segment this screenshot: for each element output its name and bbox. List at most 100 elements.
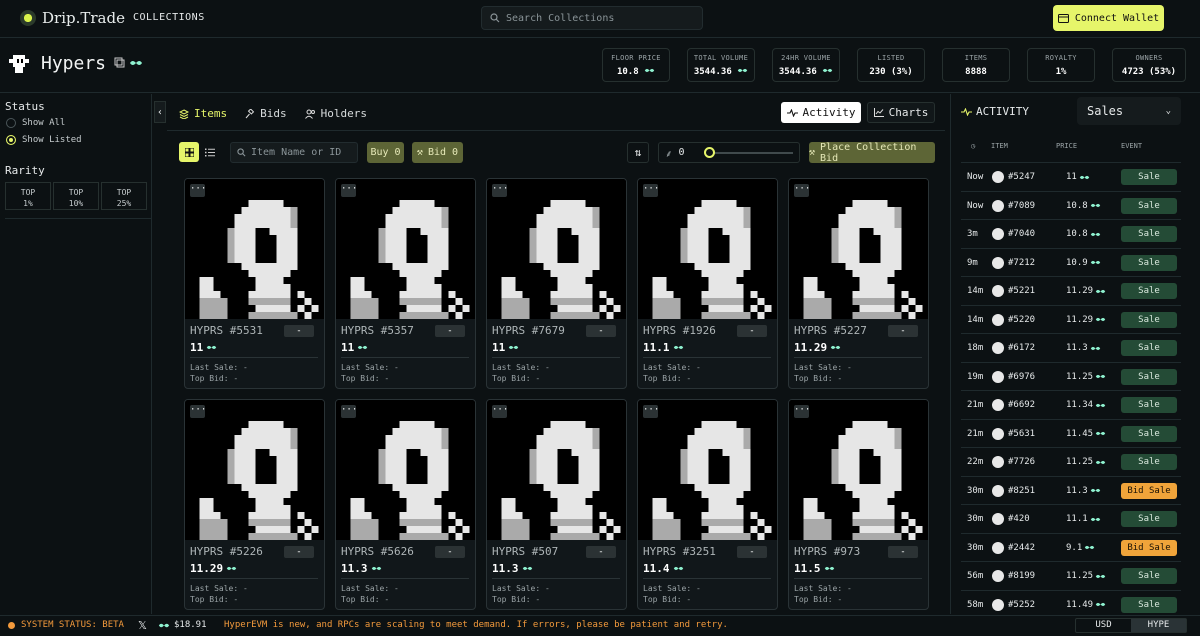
nft-card[interactable]: ··· HYPRS #5531 - 11 Last Sale: - Top Bid: - [184, 178, 325, 389]
activity-row[interactable]: Now #7089 10.8 Sale [961, 190, 1181, 219]
activity-item-id[interactable]: #6172 [1008, 343, 1035, 353]
nft-card[interactable]: ··· HYPRS #507 - 11.3 Last Sale: - Top Bid: - [486, 399, 627, 610]
nft-image[interactable] [185, 400, 324, 540]
activity-row[interactable]: 3m #7040 10.8 Sale [961, 219, 1181, 247]
activity-item-id[interactable]: #7726 [1008, 457, 1035, 467]
activity-row[interactable]: Now #5247 11 Sale [961, 162, 1181, 190]
search-collections-input[interactable]: Search Collections [481, 6, 703, 30]
collapse-sidebar-button[interactable]: ‹ [154, 101, 166, 123]
activity-item-id[interactable]: #5631 [1008, 429, 1035, 439]
activity-item-id[interactable]: #6692 [1008, 400, 1035, 410]
nft-card[interactable]: ··· HYPRS #973 - 11.5 Last Sale: - Top Bid: - [788, 399, 929, 610]
hype-token-icon [1090, 260, 1100, 265]
currency-toggle[interactable]: USD HYPE [1075, 618, 1187, 633]
nft-card[interactable]: ··· HYPRS #5626 - 11.3 Last Sale: - Top Bid: … [335, 399, 476, 610]
activity-row[interactable]: 30m #2442 9.1 Bid Sale [961, 532, 1181, 561]
activity-item-id[interactable]: #6976 [1008, 372, 1035, 382]
activity-row[interactable]: 19m #6976 11.25 Sale [961, 361, 1181, 390]
more-options-icon[interactable]: ··· [492, 184, 508, 197]
sort-button[interactable]: ⇅ [627, 142, 649, 163]
activity-item-id[interactable]: #5221 [1008, 286, 1035, 296]
slider-track[interactable] [709, 152, 793, 154]
rarity-top-10[interactable]: TOP 10% [53, 182, 99, 210]
nav-collections-link[interactable]: COLLECTIONS [133, 12, 205, 23]
activity-item-id[interactable]: #7212 [1008, 258, 1035, 268]
activity-row[interactable]: 14m #5220 11.29 Sale [961, 304, 1181, 333]
stat-label: ITEMS [964, 54, 988, 62]
place-collection-bid-button[interactable]: ⚒ Place Collection Bid [809, 142, 935, 164]
activity-row[interactable]: 14m #5221 11.29 Sale [961, 276, 1181, 304]
more-options-icon[interactable]: ··· [643, 405, 659, 418]
activity-toggle-button[interactable]: Activity [781, 102, 861, 123]
nft-image[interactable] [789, 400, 928, 540]
nft-image[interactable] [336, 400, 475, 540]
nft-card[interactable]: ··· HYPRS #3251 - 11.4 Last Sale: - Top Bid: … [637, 399, 778, 610]
buy-button[interactable]: Buy 0 [367, 142, 404, 163]
more-options-icon[interactable]: ··· [794, 405, 810, 418]
currency-hype[interactable]: HYPE [1131, 619, 1186, 632]
activity-row[interactable]: 30m #8251 11.3 Bid Sale [961, 475, 1181, 504]
show-listed-radio[interactable]: Show Listed [6, 135, 82, 145]
activity-row[interactable]: 21m #6692 11.34 Sale [961, 390, 1181, 418]
rarity-top-1[interactable]: TOP 1% [5, 182, 51, 210]
activity-item-id[interactable]: #7089 [1008, 201, 1035, 211]
x-social-icon[interactable]: 𝕏 [138, 619, 147, 632]
activity-item-id[interactable]: #5220 [1008, 315, 1035, 325]
hype-token-icon[interactable] [129, 59, 143, 67]
activity-item-id[interactable]: #8251 [1008, 486, 1035, 496]
currency-usd[interactable]: USD [1076, 619, 1131, 632]
more-options-icon[interactable]: ··· [643, 184, 659, 197]
nft-image[interactable] [638, 179, 777, 319]
tab-items[interactable]: Items [179, 107, 227, 120]
nft-image[interactable] [185, 179, 324, 319]
nft-image[interactable] [487, 400, 626, 540]
activity-row[interactable]: 9m #7212 10.9 Sale [961, 247, 1181, 276]
more-options-icon[interactable]: ··· [341, 405, 357, 418]
nft-card[interactable]: ··· HYPRS #5227 - 11.29 Last Sale: - Top Bid:… [788, 178, 929, 389]
activity-row[interactable]: 30m #420 11.1 Sale [961, 504, 1181, 532]
copy-icon[interactable] [114, 57, 125, 68]
activity-item-id[interactable]: #2442 [1008, 543, 1035, 553]
nft-card[interactable]: ··· HYPRS #1926 - 11.1 Last Sale: - Top Bid: … [637, 178, 778, 389]
activity-row[interactable]: 22m #7726 11.25 Sale [961, 447, 1181, 475]
nft-card[interactable]: ··· HYPRS #5226 - 11.29 Last Sale: - Top Bid:… [184, 399, 325, 610]
bid-button[interactable]: ⚒ Bid 0 [412, 142, 463, 163]
sweep-slider[interactable]: ⸙ 0 [658, 142, 800, 163]
nft-price-value: 11.5 [794, 562, 821, 575]
activity-item-id[interactable]: #8199 [1008, 571, 1035, 581]
activity-item-id[interactable]: #7040 [1008, 229, 1035, 239]
list-view-button[interactable] [200, 142, 220, 162]
more-options-icon[interactable]: ··· [190, 405, 206, 418]
activity-row[interactable]: 56m #8199 11.25 Sale [961, 561, 1181, 589]
nft-image[interactable] [789, 179, 928, 319]
item-search-input[interactable]: Item Name or ID [230, 142, 358, 163]
nft-image[interactable] [336, 179, 475, 319]
slider-handle[interactable] [704, 147, 715, 158]
activity-row[interactable]: 18m #6172 11.3 Sale [961, 333, 1181, 361]
grid-view-button[interactable] [179, 142, 199, 162]
activity-row[interactable]: 21m #5631 11.45 Sale [961, 418, 1181, 447]
more-options-icon[interactable]: ··· [794, 184, 810, 197]
nft-card[interactable]: ··· HYPRS #5357 - 11 Last Sale: - Top Bid: - [335, 178, 476, 389]
rarity-top-25[interactable]: TOP 25% [101, 182, 147, 210]
charts-toggle-button[interactable]: Charts [867, 102, 935, 123]
more-options-icon[interactable]: ··· [492, 405, 508, 418]
activity-filter-select[interactable]: Sales ⌄ [1077, 97, 1181, 125]
status-title: Status [5, 100, 45, 113]
activity-item-id[interactable]: #420 [1008, 514, 1030, 524]
nft-image[interactable] [487, 179, 626, 319]
activity-row[interactable]: 58m #5252 11.49 Sale [961, 589, 1181, 618]
nft-image[interactable] [638, 400, 777, 540]
nft-thumb-avatar [992, 342, 1004, 354]
tab-bids[interactable]: Bids [245, 107, 287, 120]
connect-wallet-button[interactable]: Connect Wallet [1053, 5, 1164, 31]
activity-time: Now [967, 172, 984, 182]
show-all-radio[interactable]: Show All [6, 118, 65, 128]
tab-holders[interactable]: Holders [304, 107, 367, 120]
brand-logo[interactable]: Drip.Trade [20, 9, 125, 27]
activity-item-id[interactable]: #5252 [1008, 600, 1035, 610]
nft-card[interactable]: ··· HYPRS #7679 - 11 Last Sale: - Top Bid: - [486, 178, 627, 389]
more-options-icon[interactable]: ··· [190, 184, 206, 197]
more-options-icon[interactable]: ··· [341, 184, 357, 197]
activity-item-id[interactable]: #5247 [1008, 172, 1035, 182]
